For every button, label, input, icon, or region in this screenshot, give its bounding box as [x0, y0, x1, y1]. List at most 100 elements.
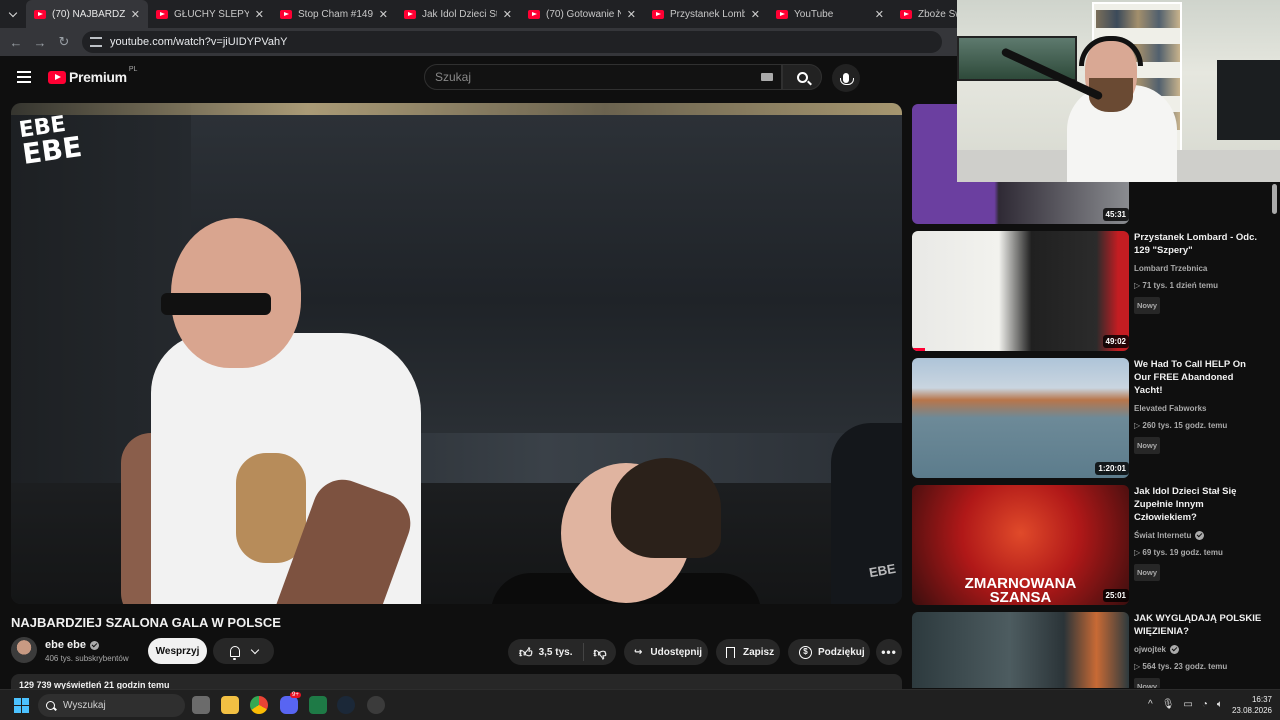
video-thumbnail[interactable]	[912, 612, 1129, 688]
recommendation-title[interactable]: We Had To Call HELP On Our FREE Abandone…	[1134, 358, 1262, 397]
recommendation-item[interactable]: JAK WYGLĄDAJĄ POLSKIE WIĘZIENIA? ojwojte…	[912, 612, 1272, 688]
thanks-button[interactable]: $ Podziękuj	[788, 639, 870, 665]
more-actions-icon[interactable]: •••	[876, 639, 902, 665]
recommendation-text: Jak Idol Dzieci Stał Się Zupełnie Innym …	[1134, 485, 1262, 581]
tab-close-icon[interactable]: ✕	[751, 8, 760, 21]
video-frame-shirt-print	[236, 453, 306, 563]
browser-tab[interactable]: (70) Gotowanie Nocą ✕	[520, 0, 644, 28]
video-player[interactable]: EBE EBE EBE	[11, 103, 902, 604]
like-button[interactable]: 👍︎ 3,5 tys.	[508, 643, 584, 661]
youtube-logo-icon	[48, 70, 66, 84]
recommendation-channel[interactable]: Elevated Fabworks	[1134, 402, 1262, 415]
wifi-icon[interactable]: ◔	[1202, 699, 1208, 710]
verified-icon	[1195, 531, 1205, 540]
new-badge: Nowy	[1134, 564, 1161, 581]
back-arrow-icon[interactable]: ←	[4, 28, 28, 56]
logo-country: PL	[128, 65, 138, 73]
youtube-favicon-icon	[900, 9, 912, 19]
discord-icon[interactable]: 9+	[280, 692, 301, 714]
duration-badge: 45:31	[1102, 208, 1129, 221]
browser-tab[interactable]: Stop Cham #1497 - N ✕	[272, 0, 396, 28]
chevron-up-icon[interactable]: ^	[1148, 699, 1153, 710]
watch-progress-bar	[912, 348, 926, 351]
tab-title: (70) Gotowanie Nocą	[546, 8, 621, 20]
dislike-button[interactable]: 👎︎	[584, 646, 616, 659]
browser-tab[interactable]: Jak Idol Dzieci Stał Si ✕	[396, 0, 520, 28]
recommendation-item[interactable]: 1:20:01 We Had To Call HELP On Our FREE …	[912, 358, 1272, 480]
task-view-icon[interactable]	[192, 696, 210, 714]
recommendation-meta: ▷ 69 tys. 19 godz. temu	[1134, 548, 1223, 557]
recommendation-channel-row[interactable]: ojwojtek	[1134, 643, 1262, 656]
taskbar-search[interactable]: Wyszukaj	[38, 694, 185, 717]
webcam-monitor	[1217, 60, 1280, 140]
recommendation-channel-row[interactable]: Świat Internetu	[1134, 529, 1262, 542]
bookmark-icon	[726, 646, 735, 658]
youtube-favicon-icon	[528, 9, 540, 19]
discord-notification-badge: 9+	[290, 692, 301, 698]
tab-search-chevron-icon[interactable]	[0, 0, 26, 28]
obs-icon[interactable]	[367, 696, 385, 714]
save-button[interactable]: Zapisz	[716, 639, 780, 665]
notifications-button[interactable]	[213, 638, 274, 664]
windows-start-icon[interactable]	[14, 698, 29, 713]
video-thumbnail[interactable]: ZMARNOWANA SZANSA	[912, 485, 1129, 605]
forward-arrow-icon[interactable]: →	[28, 28, 52, 56]
tab-close-icon[interactable]: ✕	[627, 8, 636, 21]
youtube-premium-logo[interactable]: Premium PL	[48, 65, 138, 85]
scrollbar-thumb[interactable]	[1272, 184, 1277, 214]
steam-icon[interactable]	[337, 696, 355, 714]
verified-icon	[89, 640, 99, 650]
channel-avatar[interactable]	[11, 637, 37, 663]
tab-close-icon[interactable]: ✕	[255, 8, 264, 21]
tab-title: Stop Cham #1497 - N	[298, 8, 373, 20]
webcam-overlay	[957, 0, 1280, 182]
video-title: NAJBARDZIEJ SZALONA GALA W POLSCE	[11, 615, 281, 630]
volume-icon[interactable]: 🔈︎	[1217, 699, 1223, 710]
video-frame-person	[831, 423, 902, 604]
new-badge: Nowy	[1134, 678, 1161, 688]
tab-close-icon[interactable]: ✕	[503, 8, 512, 21]
voice-search-button[interactable]	[832, 64, 860, 92]
channel-logo-overlay: EBE EBE	[18, 112, 84, 171]
microphone-tray-icon[interactable]: 🎙︎	[1162, 699, 1175, 710]
verified-icon	[1170, 645, 1180, 654]
thumbs-down-icon: 👎︎	[593, 644, 607, 660]
support-button[interactable]: Wesprzyj	[148, 638, 207, 664]
site-info-icon[interactable]	[90, 37, 102, 47]
chrome-icon[interactable]	[250, 696, 268, 714]
system-clock[interactable]: 16:37 23.08.2026	[1226, 694, 1272, 716]
video-thumbnail[interactable]	[912, 231, 1129, 351]
recommendation-title[interactable]: Przystanek Lombard - Odc. 129 "Szpery"	[1134, 231, 1262, 257]
keyboard-icon[interactable]	[761, 73, 773, 81]
tab-close-icon[interactable]: ✕	[379, 8, 388, 21]
recommendation-item[interactable]: ZMARNOWANA SZANSA 25:01 Jak Idol Dzieci …	[912, 485, 1272, 607]
youtube-favicon-icon	[156, 9, 168, 19]
menu-icon[interactable]	[17, 71, 31, 83]
browser-tab[interactable]: YouTube ✕	[768, 0, 892, 28]
share-button[interactable]: ↪ Udostępnij	[624, 639, 708, 665]
browser-tab[interactable]: Przystanek Lombard ✕	[644, 0, 768, 28]
search-button[interactable]	[782, 64, 822, 90]
url-field[interactable]: youtube.com/watch?v=jiUIDYPVahY	[82, 31, 942, 53]
browser-tab[interactable]: GŁUCHY ŚLEPY NIEM ✕	[148, 0, 272, 28]
tab-title: (70) NAJBARDZIEJ SZ	[52, 8, 125, 20]
browser-tab[interactable]: (70) NAJBARDZIEJ SZ ✕	[26, 0, 148, 28]
recommendation-item[interactable]: 49:02 Przystanek Lombard - Odc. 129 "Szp…	[912, 231, 1272, 353]
recommendation-text: JAK WYGLĄDAJĄ POLSKIE WIĘZIENIA? ojwojte…	[1134, 612, 1262, 688]
thumbnail-overlay-text: ZMARNOWANA SZANSA	[912, 576, 1129, 605]
excel-icon[interactable]	[309, 696, 327, 714]
channel-name-row[interactable]: ebe ebe	[45, 639, 99, 651]
tab-close-icon[interactable]: ✕	[131, 8, 140, 21]
search-input[interactable]: Szukaj	[424, 64, 782, 90]
recommendation-channel: Świat Internetu	[1134, 531, 1192, 540]
recommendation-title[interactable]: Jak Idol Dzieci Stał Się Zupełnie Innym …	[1134, 485, 1262, 524]
tab-close-icon[interactable]: ✕	[875, 8, 884, 21]
thumbs-up-icon: 👍︎	[519, 644, 533, 660]
file-explorer-icon[interactable]	[221, 696, 239, 714]
recommendation-title[interactable]: JAK WYGLĄDAJĄ POLSKIE WIĘZIENIA?	[1134, 612, 1262, 638]
display-icon[interactable]: ▭	[1183, 699, 1192, 710]
recommendation-channel[interactable]: Lombard Trzebnica	[1134, 262, 1262, 275]
new-badge: Nowy	[1134, 297, 1161, 314]
video-thumbnail[interactable]	[912, 358, 1129, 478]
reload-icon[interactable]: ↻	[52, 28, 76, 56]
